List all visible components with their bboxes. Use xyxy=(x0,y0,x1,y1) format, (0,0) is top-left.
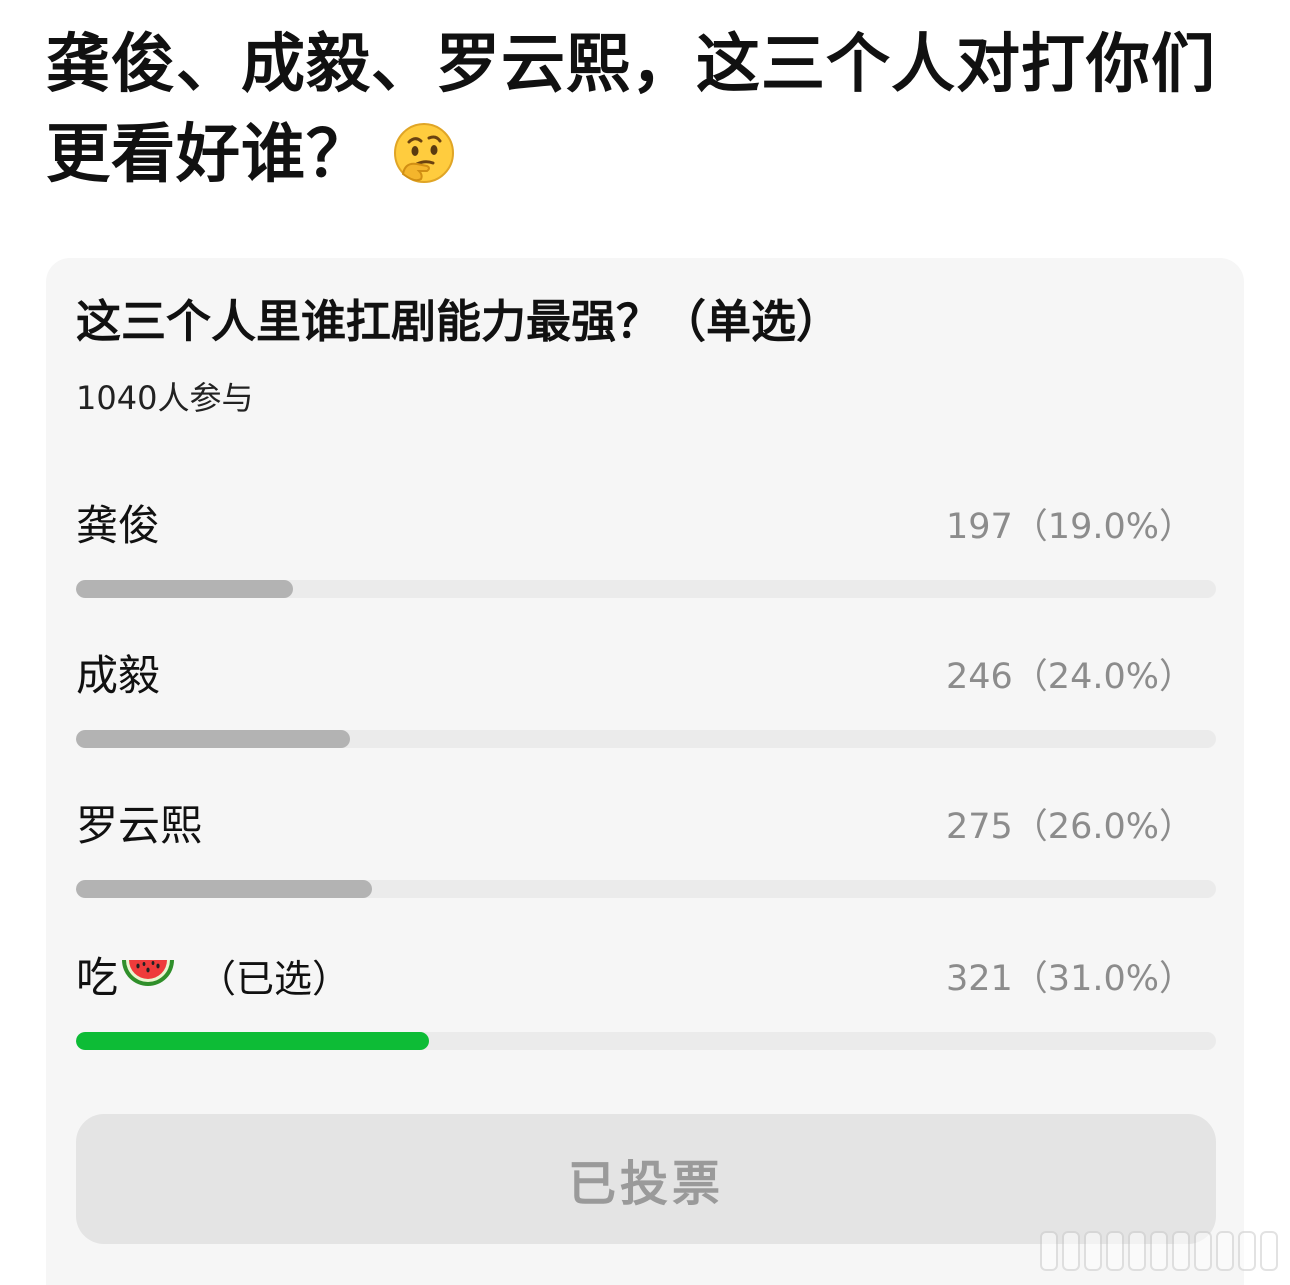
poll-participant-count: 1040人参与 xyxy=(76,379,254,417)
poll-question: 这三个人里谁扛剧能力最强？（单选） xyxy=(76,295,842,348)
poll-option-selected-tag: （已选） xyxy=(198,957,351,1001)
poll-progress-track xyxy=(76,580,1216,598)
post-title: 龚俊、成毅、罗云熙，这三个人对打你们更看好谁？ xyxy=(46,20,1246,200)
poll-option-2[interactable]: 成毅 246（24.0%） xyxy=(76,648,1216,758)
poll-option-label: 成毅 xyxy=(76,651,161,700)
voted-button[interactable]: 已投票 xyxy=(76,1114,1216,1244)
poll-option-result: 275（26.0%） xyxy=(946,807,1194,847)
poll-option-4[interactable]: 吃 （已选） 321（31.0%） xyxy=(76,950,1216,1060)
poll-progress-fill xyxy=(76,730,350,748)
poll-progress-fill xyxy=(76,580,293,598)
poll-card: 这三个人里谁扛剧能力最强？（单选） 1040人参与 龚俊 197（19.0%） … xyxy=(46,258,1244,1285)
poll-option-1[interactable]: 龚俊 197（19.0%） xyxy=(76,498,1216,608)
poll-progress-fill xyxy=(76,880,373,898)
poll-option-result: 197（19.0%） xyxy=(946,507,1194,547)
post-title-text: 龚俊、成毅、罗云熙，这三个人对打你们更看好谁？ xyxy=(46,28,1216,192)
poll-progress-track xyxy=(76,1032,1216,1050)
watermelon-icon xyxy=(120,954,176,994)
poll-option-result: 246（24.0%） xyxy=(946,657,1194,697)
poll-progress-fill-selected xyxy=(76,1032,430,1050)
poll-option-label-selected: 吃 （已选） xyxy=(76,950,350,1007)
poll-option-3[interactable]: 罗云熙 275（26.0%） xyxy=(76,798,1216,908)
poll-option-label-text: 吃 xyxy=(76,953,119,1002)
poll-progress-track xyxy=(76,880,1216,898)
poll-option-label: 龚俊 xyxy=(76,501,161,550)
watermark-icon xyxy=(1040,1231,1278,1271)
poll-progress-track xyxy=(76,730,1216,748)
poll-option-label: 罗云熙 xyxy=(76,801,203,850)
poll-option-result: 321（31.0%） xyxy=(946,959,1194,999)
thinking-face-icon xyxy=(393,118,455,183)
